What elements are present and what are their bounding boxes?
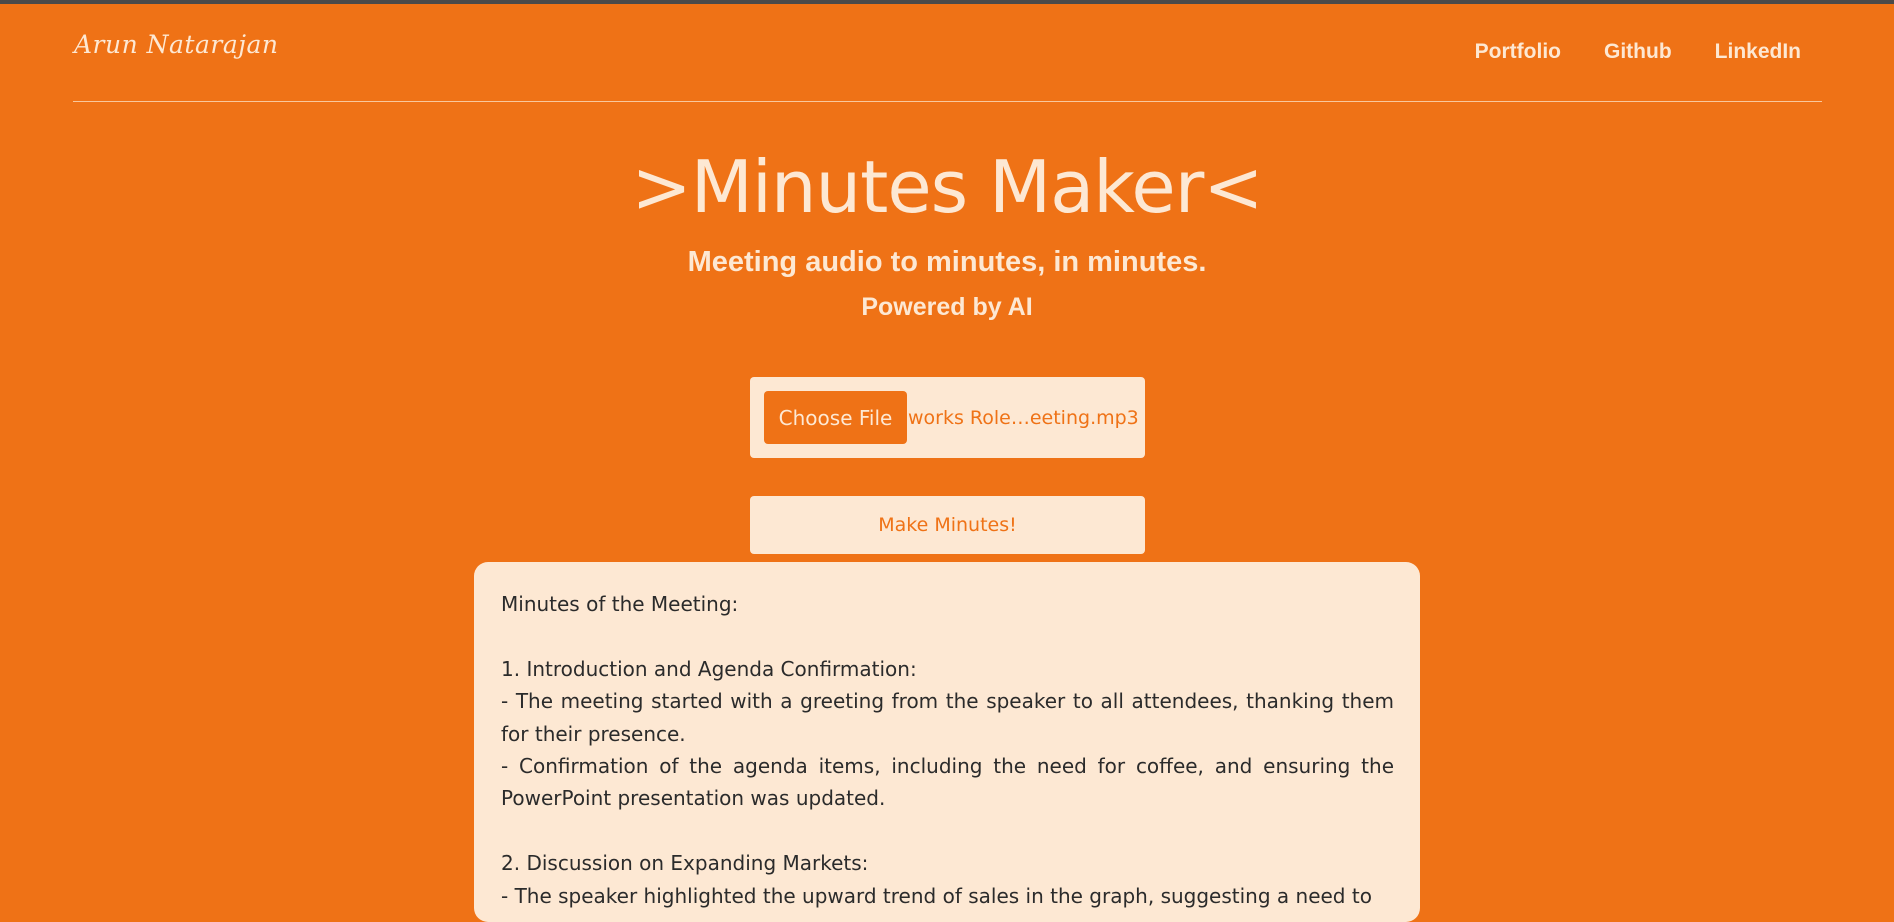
nav-link-portfolio[interactable]: Portfolio xyxy=(1475,40,1561,64)
choose-file-button[interactable]: Choose File xyxy=(764,391,907,444)
file-upload-field[interactable]: Choose File works Role…eeting.mp3 xyxy=(750,377,1145,458)
minutes-line: - The speaker highlighted the upward tre… xyxy=(501,883,1372,908)
make-minutes-button[interactable]: Make Minutes! xyxy=(750,496,1145,554)
minutes-output-panel: Minutes of the Meeting: 1. Introduction … xyxy=(474,562,1420,922)
top-nav: Portfolio Github LinkedIn xyxy=(1475,40,1801,64)
minutes-heading: Minutes of the Meeting: xyxy=(501,592,739,616)
nav-link-github[interactable]: Github xyxy=(1604,40,1672,64)
nav-link-linkedin[interactable]: LinkedIn xyxy=(1715,40,1801,64)
site-logo[interactable]: Arun Natarajan xyxy=(74,30,279,59)
minutes-line: 2. Discussion on Expanding Markets: xyxy=(501,851,869,876)
selected-file-name: works Role…eeting.mp3 xyxy=(908,406,1139,429)
minutes-line: - The meeting started with a greeting fr… xyxy=(501,689,1394,746)
page-subtitle: Meeting audio to minutes, in minutes. xyxy=(687,246,1207,278)
minutes-line: 1. Introduction and Agenda Confirmation: xyxy=(501,656,917,681)
page-title: >Minutes Maker< xyxy=(631,145,1263,229)
browser-top-edge xyxy=(0,0,1894,4)
minutes-line: - Confirmation of the agenda items, incl… xyxy=(501,754,1394,811)
powered-by-label: Powered by AI xyxy=(861,293,1033,321)
header-divider xyxy=(73,101,1822,102)
